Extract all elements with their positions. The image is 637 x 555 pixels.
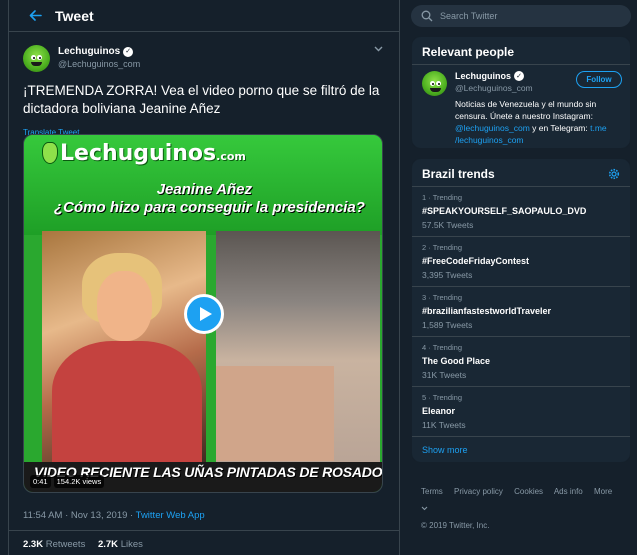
video-duration: 0:41 <box>30 475 51 488</box>
tweet-author[interactable]: Lechuguinos ✓ @Lechuguinos_com <box>9 32 399 78</box>
instagram-link[interactable]: @lechuguinos_com <box>455 123 530 133</box>
relevant-people-card: Relevant people Lechuguinos ✓ @Lechuguin… <box>411 36 631 149</box>
tweet-timestamp[interactable]: 11:54 AM · Nov 13, 2019 · <box>23 510 136 521</box>
video-logo: Lechuguinos.com <box>42 141 246 166</box>
person-item[interactable]: Lechuguinos ✓ @Lechuguinos_com Follow <box>412 65 630 96</box>
chevron-down-icon <box>421 506 428 511</box>
video-photo-left <box>42 231 206 466</box>
trends-title: Brazil trends <box>422 167 495 181</box>
follow-button[interactable]: Follow <box>576 71 622 88</box>
censor-blur <box>216 366 334 461</box>
tweet-text: ¡TREMENDA ZORRA! Vea el video porno que … <box>23 83 380 116</box>
trend-item[interactable]: 4 · Trending The Good Place 31K Tweets <box>412 337 630 387</box>
verified-icon: ✓ <box>514 71 524 81</box>
gear-icon[interactable] <box>608 168 620 180</box>
search-icon <box>421 10 433 22</box>
relevant-people-title: Relevant people <box>412 37 630 65</box>
author-name[interactable]: Lechuguinos <box>58 45 120 58</box>
likes-label[interactable]: Likes <box>121 539 143 550</box>
video-logo-suffix: .com <box>216 150 246 163</box>
avatar[interactable] <box>23 44 50 72</box>
video-logo-text: Lechuguinos <box>60 141 217 166</box>
trend-item[interactable]: 2 · Trending #FreeCodeFridayContest 3,39… <box>412 237 630 287</box>
tweet-stats: 2.3K Retweets 2.7K Likes <box>23 539 143 550</box>
play-icon <box>199 307 212 321</box>
tweet-meta: 11:54 AM · Nov 13, 2019 · Twitter Web Ap… <box>23 510 205 521</box>
retweets-label[interactable]: Retweets <box>46 539 86 550</box>
author-handle[interactable]: @Lechuguinos_com <box>58 58 140 71</box>
chevron-down-icon[interactable] <box>374 44 383 54</box>
verified-icon: ✓ <box>123 46 134 57</box>
tweet-column: Tweet Lechuguinos ✓ @Lechuguinos_com ¡TR… <box>8 0 400 555</box>
show-more-link[interactable]: Show more <box>412 437 630 462</box>
footer-link-privacy[interactable]: Privacy policy <box>454 487 503 496</box>
footer: Terms Privacy policy Cookies Ads info Mo… <box>421 483 631 534</box>
tweet-source[interactable]: Twitter Web App <box>136 510 205 521</box>
copyright: © 2019 Twitter, Inc. <box>421 521 490 530</box>
trends-card: Brazil trends 1 · Trending #SPEAKYOURSEL… <box>411 158 631 463</box>
person-handle[interactable]: @Lechuguinos_com <box>455 83 533 93</box>
search-input[interactable]: Search Twitter <box>440 11 497 21</box>
lettuce-mascot-icon <box>42 142 58 164</box>
back-arrow-icon[interactable] <box>25 6 45 26</box>
divider <box>9 530 399 531</box>
footer-link-ads[interactable]: Ads info <box>554 487 583 496</box>
video-headline-name: Jeanine Añez <box>156 181 252 198</box>
video-headline-question: ¿Cómo hizo para conseguir la presidencia… <box>54 199 365 216</box>
retweets-count[interactable]: 2.3K <box>23 539 43 550</box>
page-header: Tweet <box>9 0 399 32</box>
likes-count[interactable]: 2.7K <box>98 539 118 550</box>
page-title: Tweet <box>55 7 94 24</box>
person-bio: Noticias de Venezuela y el mundo sin cen… <box>455 99 607 145</box>
video-views: 154.2K views <box>53 475 105 488</box>
avatar[interactable] <box>422 71 447 96</box>
person-name[interactable]: Lechuguinos <box>455 71 511 81</box>
search-box[interactable]: Search Twitter <box>411 5 631 27</box>
video-photo-right <box>216 231 380 466</box>
trend-item[interactable]: 5 · Trending Eleanor 11K Tweets <box>412 387 630 437</box>
trend-item[interactable]: 1 · Trending #SPEAKYOURSELF_SAOPAULO_DVD… <box>412 187 630 237</box>
play-button[interactable] <box>184 294 224 334</box>
trend-item[interactable]: 3 · Trending #brazilianfastestworldTrave… <box>412 287 630 337</box>
footer-link-terms[interactable]: Terms <box>421 487 443 496</box>
footer-link-cookies[interactable]: Cookies <box>514 487 543 496</box>
video-player[interactable]: Lechuguinos.com Jeanine Añez ¿Cómo hizo … <box>23 134 383 493</box>
